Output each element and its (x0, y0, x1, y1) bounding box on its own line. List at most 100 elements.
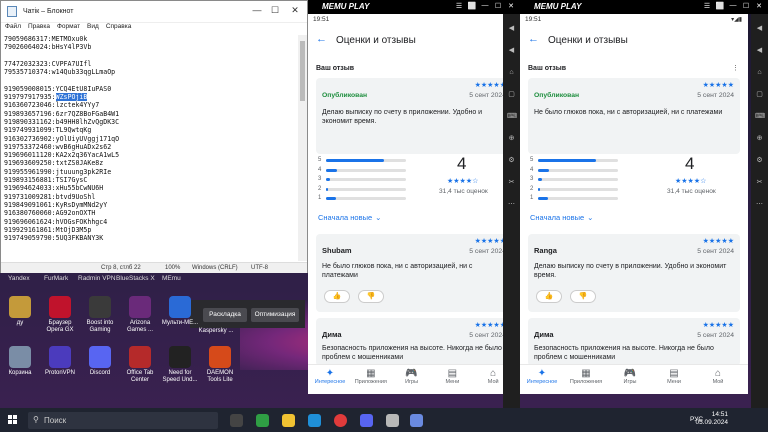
desktop-shortcut[interactable]: ProtonVPN (40, 346, 80, 377)
desktop-label-memu[interactable]: MEmu (162, 275, 181, 282)
notepad-line: 919059008015:YCQ4EtU8IuPAS0 (4, 84, 112, 93)
notepad-text-area[interactable]: 79059686317:METMOxu0k 79026064024:bHsY4lP… (1, 35, 297, 261)
nav-item[interactable]: ▦ Приложения (568, 368, 604, 385)
desktop-shortcut[interactable]: ду (0, 296, 40, 327)
menu-format[interactable]: Формат (57, 23, 80, 30)
edge-icon[interactable] (308, 414, 321, 427)
toolbar-icon[interactable]: ⌂ (507, 68, 516, 77)
toolbar-icon[interactable]: ⌂ (755, 68, 764, 77)
toolbar-icon[interactable]: ⚙ (755, 156, 764, 165)
app-icon[interactable] (256, 414, 269, 427)
thumbs-down-icon[interactable]: 👎 (570, 290, 596, 303)
my-review-stars: ★★★★★ (702, 82, 734, 89)
toolbar-icon[interactable]: ◀ (755, 24, 764, 33)
average-rating: 4 (685, 154, 695, 173)
nav-item[interactable]: ▤ Мени (656, 368, 692, 385)
nav-item[interactable]: ▦ Приложения (353, 368, 389, 385)
memu-window-button-icon[interactable]: ⬜ (715, 2, 725, 11)
nav-item[interactable]: 🎮 Игры (394, 368, 430, 385)
desktop-shortcut[interactable]: DAEMON Tools Lite (200, 346, 240, 384)
rating-bar-label: 2 (318, 185, 322, 192)
memu-window-button-icon[interactable]: ☰ (454, 2, 464, 11)
toolbar-icon[interactable]: ▢ (755, 90, 764, 99)
desktop-shortcut[interactable]: Need for Speed Und... (160, 346, 200, 384)
minimize-icon[interactable]: — (247, 5, 267, 15)
desktop-label-yandex[interactable]: Yandex (8, 275, 30, 282)
memu-window-button-icon[interactable]: ☐ (741, 2, 751, 11)
menu-view[interactable]: Вид (87, 23, 99, 30)
memu-window-button-icon[interactable]: ☐ (493, 2, 503, 11)
more-menu-icon[interactable]: ⋮ (732, 64, 739, 72)
notepad-taskbar-icon[interactable] (386, 414, 399, 427)
desktop-label-bluestacks[interactable]: BlueStacks X (116, 275, 155, 282)
desktop-shortcut[interactable]: Корзина (0, 346, 40, 377)
layout-button[interactable]: Раскладка (203, 308, 247, 322)
desktop-label-furmark[interactable]: FurMark (44, 275, 68, 282)
thumbs-down-icon[interactable]: 👎 (358, 290, 384, 303)
thumbs-up-icon[interactable]: 👍 (536, 290, 562, 303)
nav-item[interactable]: ✦ Интересное (312, 368, 348, 385)
toolbar-icon[interactable]: ⊕ (755, 134, 764, 143)
windows-start-icon[interactable] (8, 415, 18, 425)
sort-dropdown[interactable]: Сначала новые ⌄ (530, 213, 593, 222)
nav-label: Мени (667, 379, 681, 385)
taskbar-search[interactable]: ⚲ Поиск (28, 412, 218, 429)
notepad-scrollbar[interactable] (298, 35, 307, 261)
toolbar-icon[interactable]: ▢ (507, 90, 516, 99)
discord-icon[interactable] (360, 414, 373, 427)
toolbar-icon[interactable]: ⌨ (507, 112, 517, 121)
desktop-shortcut[interactable]: Браузер Opera GX (40, 296, 80, 334)
menu-file[interactable]: Файл (5, 23, 21, 30)
memu-title-bar[interactable]: MEMU PLAY ☰ ⬜ — ☐ ✕ (308, 0, 520, 14)
memu-window-button-icon[interactable]: ⬜ (467, 2, 477, 11)
toolbar-icon[interactable]: ◀ (507, 46, 516, 55)
memu-window-button-icon[interactable]: — (480, 2, 490, 11)
toolbar-icon[interactable]: ⋯ (507, 200, 516, 209)
desktop-label-radmin[interactable]: Radmin VPN (78, 275, 116, 282)
close-icon[interactable]: ✕ (285, 5, 305, 16)
file-explorer-icon[interactable] (282, 414, 295, 427)
nav-item[interactable]: ▤ Мени (434, 368, 470, 385)
rating-bar-row: 3 (318, 176, 418, 183)
maximize-icon[interactable]: ☐ (265, 5, 285, 16)
back-arrow-icon[interactable]: ← (316, 33, 327, 45)
toolbar-icon[interactable]: ◀ (507, 24, 516, 33)
nav-item[interactable]: ✦ Интересное (524, 368, 560, 385)
desktop-shortcut[interactable]: Kaspersky ... (196, 328, 236, 335)
sort-dropdown[interactable]: Сначала новые ⌄ (318, 213, 381, 222)
desktop-shortcut[interactable]: Discord (80, 346, 120, 377)
review-date: 5 сент 2024 (469, 92, 506, 99)
shortcut-icon (9, 296, 31, 318)
toolbar-icon[interactable]: ◀ (755, 46, 764, 55)
toolbar-icon[interactable]: ⋯ (755, 200, 764, 209)
thumbs-up-icon[interactable]: 👍 (324, 290, 350, 303)
optimize-button[interactable]: Оптимизация (251, 308, 299, 322)
menu-edit[interactable]: Правка (28, 23, 50, 30)
notepad-title-bar[interactable]: Чатік – Блокнот — ☐ ✕ (1, 1, 307, 23)
back-arrow-icon[interactable]: ← (528, 33, 539, 45)
opera-icon[interactable] (334, 414, 347, 427)
toolbar-icon[interactable]: ⌨ (755, 112, 765, 121)
desktop-shortcut[interactable]: Office Tab Center (120, 346, 160, 384)
desktop-shortcut[interactable]: Мульти-ME... (160, 296, 200, 327)
clock[interactable]: 14:51 05.09.2024 (695, 411, 728, 427)
toolbar-icon[interactable]: ⊕ (507, 134, 516, 143)
desktop-shortcut[interactable]: Boost into Gaming (80, 296, 120, 334)
review-stars: ★★★★★ (702, 322, 734, 329)
menu-help[interactable]: Справка (106, 23, 132, 30)
memu-window-button-icon[interactable]: ✕ (506, 2, 516, 11)
toolbar-icon[interactable]: ✂ (507, 178, 516, 187)
toolbar-icon[interactable]: ✂ (755, 178, 764, 187)
desktop-shortcut[interactable]: Arizona Games ... (120, 296, 160, 334)
memu-window-button-icon[interactable]: — (728, 2, 738, 11)
memu-window-button-icon[interactable]: ✕ (754, 2, 764, 11)
memu-taskbar-icon[interactable] (410, 414, 423, 427)
scrollbar-thumb[interactable] (300, 41, 305, 101)
nav-item[interactable]: 🎮 Игры (612, 368, 648, 385)
memu-title-bar[interactable]: MEMU PLAY ☰ ⬜ — ☐ ✕ (520, 0, 768, 14)
memu-window-button-icon[interactable]: ☰ (702, 2, 712, 11)
task-view-icon[interactable] (230, 414, 243, 427)
toolbar-icon[interactable]: ⚙ (507, 156, 516, 165)
nav-item[interactable]: ⌂ Мой (700, 368, 736, 385)
shortcut-label: Office Tab Center (126, 370, 154, 383)
